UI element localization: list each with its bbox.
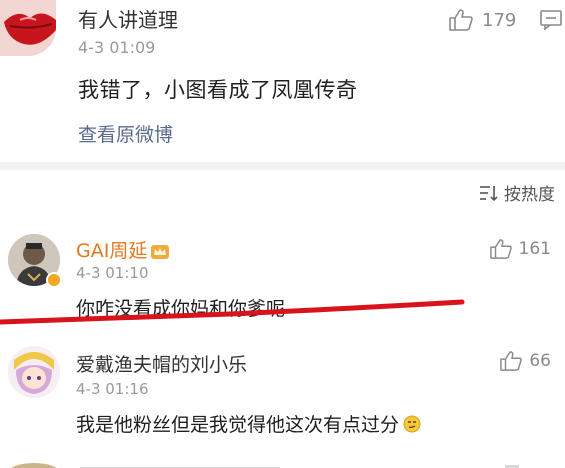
comment-username[interactable]: 爱戴渔夫帽的刘小乐 xyxy=(76,350,247,377)
next-comment-avatar-icon xyxy=(11,463,519,468)
thumbs-up-icon xyxy=(449,9,473,31)
section-divider xyxy=(0,162,565,170)
sort-by-hot-button[interactable]: 按热度 xyxy=(478,180,555,205)
next-comment-peek xyxy=(0,456,565,468)
verified-badge-icon xyxy=(46,272,62,288)
post-text: 我错了，小图看成了凤凰传奇 xyxy=(78,78,358,102)
thumbs-up-icon xyxy=(500,351,523,371)
original-post: 有人讲道理 4-3 01:09 我错了，小图看成了凤凰传奇 查看原微博 179 xyxy=(0,0,565,162)
comment-timestamp: 4-3 01:10 xyxy=(76,264,149,282)
post-like-count: 179 xyxy=(482,9,517,31)
view-original-link[interactable]: 查看原微博 xyxy=(78,120,173,147)
comment-like-button[interactable]: 66 xyxy=(499,350,551,372)
avatar[interactable] xyxy=(8,346,60,398)
comment-text: 我是他粉丝但是我觉得他这次有点过分 xyxy=(76,410,421,437)
comment-timestamp: 4-3 01:16 xyxy=(76,380,149,398)
avatar[interactable] xyxy=(0,0,56,56)
crown-badge-icon xyxy=(151,244,170,259)
comment-item: 爱戴渔夫帽的刘小乐 4-3 01:16 我是他粉丝但是我觉得他这次有点过分 66 xyxy=(0,336,565,456)
comment-username[interactable]: GAI周延 xyxy=(76,236,170,263)
comment-text-content: 我是他粉丝但是我觉得他这次有点过分 xyxy=(76,414,400,436)
comment-icon[interactable] xyxy=(540,10,562,30)
sort-icon xyxy=(480,185,498,201)
thumbs-up-icon xyxy=(489,239,512,259)
sort-label: 按热度 xyxy=(504,185,555,205)
post-timestamp: 4-3 01:09 xyxy=(78,38,156,57)
comment-text: 你咋没看成你妈和你爹呢 xyxy=(76,298,286,320)
comment-like-button[interactable]: 161 xyxy=(489,238,551,260)
comment-item: GAI周延 4-3 01:10 你咋没看成你妈和你爹呢 161 xyxy=(0,222,565,332)
smirk-emoji-icon xyxy=(403,415,421,433)
post-username[interactable]: 有人讲道理 xyxy=(78,4,178,33)
comment-username-text: GAI周延 xyxy=(76,240,148,262)
post-like-button[interactable]: 179 xyxy=(448,8,516,32)
comment-like-count: 161 xyxy=(518,239,551,259)
comment-like-count: 66 xyxy=(529,351,551,371)
lips-avatar-icon xyxy=(0,0,56,56)
anime-girl-avatar-icon xyxy=(8,346,60,398)
